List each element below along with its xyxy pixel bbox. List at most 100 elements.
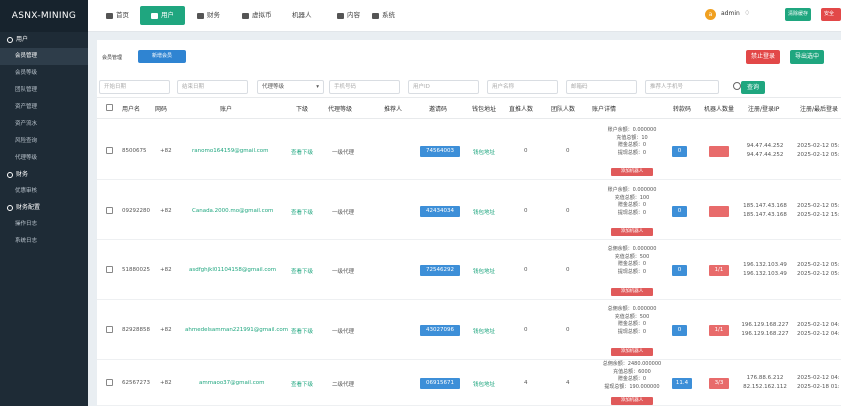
view-subordinates-link[interactable]: 查看下级: [291, 208, 313, 216]
username-input[interactable]: 用户名称: [487, 80, 558, 94]
export-selected-button[interactable]: 导出选中: [790, 50, 825, 64]
view-subordinates-link[interactable]: 查看下级: [291, 380, 313, 388]
row-account-email[interactable]: ahmedelsamman221991@gmail.com: [185, 327, 288, 333]
sidebar-item[interactable]: 资产流水: [0, 116, 88, 133]
register-ip: 176.88.6.212: [746, 375, 784, 381]
row-account-email[interactable]: asdfghjkl01104158@gmail.com: [189, 267, 276, 273]
nav-tab[interactable]: 用户: [140, 6, 185, 25]
sidebar-group[interactable]: 财务: [0, 167, 88, 183]
detail-line: 赠金总额：0: [617, 376, 647, 382]
transfer-value[interactable]: 11.4: [672, 378, 692, 389]
nav-tab[interactable]: 内容: [333, 6, 364, 25]
login-ip: 82.152.162.112: [743, 384, 787, 390]
transfer-value[interactable]: 0: [672, 146, 687, 157]
sidebar-group[interactable]: 用户: [0, 32, 88, 48]
row-checkbox[interactable]: [106, 326, 113, 333]
sidebar-item[interactable]: 系统日志: [0, 233, 88, 250]
ban-login-button[interactable]: 禁止登录: [746, 50, 781, 64]
sidebar-item[interactable]: 代理等级: [0, 150, 88, 167]
table-header: 用户名 网码 账户 下级 代理等级 推荐人 邀请码 钱包地址 直推人数 团队人数 账户详情 转款码 机器…: [97, 97, 841, 119]
add-robot-button[interactable]: 添加机器人: [611, 348, 653, 356]
nav-tab[interactable]: 系统: [368, 6, 399, 25]
invite-code-button[interactable]: 74564003: [420, 146, 460, 157]
sidebar-item[interactable]: 会员管理: [0, 48, 88, 65]
sidebar-group[interactable]: 财务配置: [0, 200, 88, 216]
transfer-value[interactable]: 0: [672, 265, 687, 276]
search-button[interactable]: 查询: [741, 81, 765, 94]
invite-code-button[interactable]: 06915671: [420, 378, 460, 389]
finance-icon: [197, 12, 204, 19]
nav-tab-label: 首页: [116, 11, 129, 19]
detail-line: 总佣余额：0.000000: [607, 246, 657, 252]
wallet-address-link[interactable]: 钱包地址: [473, 327, 495, 335]
sidebar-item[interactable]: 操作日志: [0, 216, 88, 233]
wallet-address-link[interactable]: 钱包地址: [473, 380, 495, 388]
invite-code-button[interactable]: 43027096: [420, 325, 460, 336]
wallet-address-link[interactable]: 钱包地址: [473, 148, 495, 156]
robot-count-badge[interactable]: 1/1: [709, 325, 729, 336]
row-account-email[interactable]: ammaoo37@gmail.com: [199, 380, 264, 386]
agent-level-select[interactable]: 代理等级 ▾: [257, 80, 324, 94]
clear-cache-button[interactable]: 清除缓存: [785, 8, 812, 21]
wallet-address-link[interactable]: 钱包地址: [473, 208, 495, 216]
robot-count-badge[interactable]: [709, 146, 729, 157]
nav-tab[interactable]: 虚拟币: [238, 6, 276, 25]
row-agent-level: 一级代理: [332, 329, 355, 335]
register-time: 2025-02-12 05:: [797, 203, 840, 209]
transfer-value[interactable]: 0: [672, 206, 687, 217]
top-navbar: 首页 用户 财务 虚拟币 机器人 内容 系统 a admin ♢ 清除缓存 安全退出: [88, 0, 841, 32]
robot-count-badge[interactable]: 3/3: [709, 378, 729, 389]
nav-tab[interactable]: 财务: [193, 6, 224, 25]
wallet-address-link[interactable]: 钱包地址: [473, 267, 495, 275]
add-robot-button[interactable]: 添加机器人: [611, 228, 653, 236]
view-subordinates-link[interactable]: 查看下级: [291, 327, 313, 335]
sidebar-item[interactable]: 风险查询: [0, 133, 88, 150]
view-subordinates-link[interactable]: 查看下级: [291, 267, 313, 275]
search-icon[interactable]: [733, 82, 741, 90]
column-header: 推荐人: [384, 106, 403, 113]
nav-tab-label: 内容: [347, 11, 360, 19]
email-input[interactable]: 邮箱码: [566, 80, 637, 94]
row-checkbox[interactable]: [106, 207, 113, 214]
row-checkbox[interactable]: [106, 266, 113, 273]
add-robot-button[interactable]: 添加机器人: [611, 397, 653, 405]
add-robot-button[interactable]: 添加机器人: [611, 168, 653, 176]
sidebar-item[interactable]: 会员等级: [0, 65, 88, 82]
row-checkbox[interactable]: [106, 147, 113, 154]
sidebar-item[interactable]: 资产管理: [0, 99, 88, 116]
main-content: 会员管理 新增会员 禁止登录 导出选中 开始日期 结束日期 代理等级 ▾ 手机号码…: [97, 40, 841, 406]
add-robot-button[interactable]: 添加机器人: [611, 288, 653, 296]
row-account-email[interactable]: Canada.2000.mo@gmail.com: [192, 208, 273, 214]
nav-tab-label: 用户: [161, 11, 174, 19]
login-ip: 185.147.43.168: [743, 212, 787, 218]
sidebar-item[interactable]: 团队管理: [0, 82, 88, 99]
robot-count-badge[interactable]: 1/1: [709, 265, 729, 276]
nav-tab[interactable]: 首页: [102, 6, 133, 25]
end-date-input[interactable]: 结束日期: [177, 80, 248, 94]
phone-input[interactable]: 手机号码: [329, 80, 400, 94]
add-member-button[interactable]: 新增会员: [138, 50, 186, 63]
row-checkbox[interactable]: [106, 379, 113, 386]
username-label[interactable]: admin: [721, 10, 740, 17]
row-account-email[interactable]: ranomo164159@gmail.com: [192, 148, 268, 154]
logout-button[interactable]: 安全退出: [821, 8, 841, 30]
last-login-time: 2025-02-18 01:: [797, 384, 840, 390]
avatar[interactable]: a: [705, 9, 716, 20]
view-subordinates-link[interactable]: 查看下级: [291, 148, 313, 156]
user-id-input[interactable]: 用户ID: [408, 80, 479, 94]
nav-tab-label: 机器人: [292, 11, 312, 19]
sidebar-item[interactable]: 优惠审核: [0, 183, 88, 200]
invite-code-button[interactable]: 72546292: [420, 265, 460, 276]
last-login-time: 2025-02-12 05:: [797, 152, 840, 158]
bell-icon[interactable]: ♢: [744, 9, 750, 17]
row-country-code: +82: [160, 380, 172, 386]
nav-tab[interactable]: 机器人: [288, 6, 316, 25]
start-date-input[interactable]: 开始日期: [99, 80, 170, 94]
select-all-checkbox[interactable]: [106, 104, 113, 111]
referrer-phone-input[interactable]: 推荐人手机号: [645, 80, 719, 94]
transfer-value[interactable]: 0: [672, 325, 687, 336]
invite-code-button[interactable]: 42434034: [420, 206, 460, 217]
login-ip: 196.132.103.49: [743, 271, 787, 277]
robot-count-badge[interactable]: [709, 206, 729, 217]
timestamps: 2025-02-12 05: 2025-02-12 15:: [797, 202, 840, 220]
